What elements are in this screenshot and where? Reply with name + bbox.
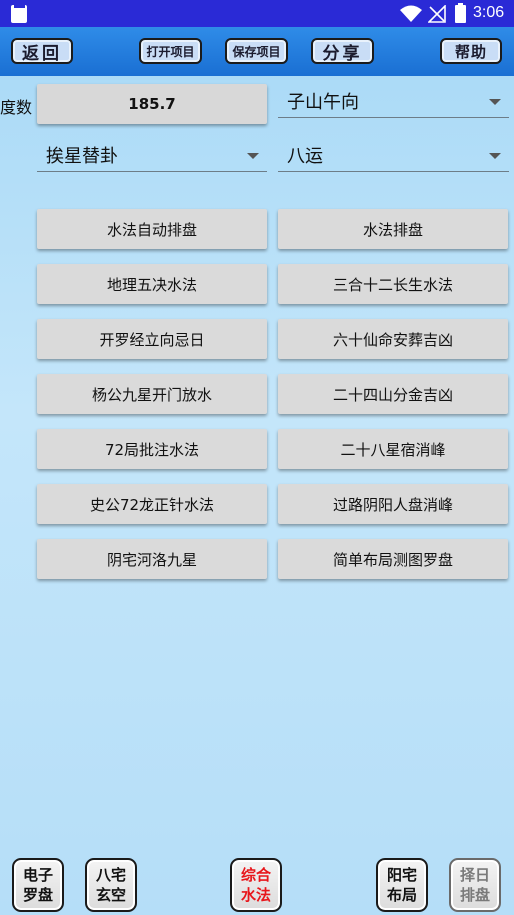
signal-off-icon <box>428 5 446 23</box>
dropdown-arrow-icon <box>489 99 501 105</box>
sd-card-icon <box>11 4 27 23</box>
nav-label: 玄空 <box>95 886 126 904</box>
nav-label: 水法 <box>240 886 271 904</box>
nav-compass-button[interactable]: 电子 罗盘 <box>12 858 64 912</box>
function-button[interactable]: 阴宅河洛九星 <box>37 539 267 579</box>
function-button[interactable]: 水法自动排盘 <box>37 209 267 249</box>
nav-label: 择日 <box>459 866 490 884</box>
function-button[interactable]: 72局批注水法 <box>37 429 267 469</box>
function-button[interactable]: 过路阴阳人盘消峰 <box>278 484 508 524</box>
nav-yangzhai-button[interactable]: 阳宅 布局 <box>376 858 428 912</box>
nav-water-method-button[interactable]: 综合 水法 <box>230 858 282 912</box>
dropdown-arrow-icon <box>489 153 501 159</box>
nav-label: 排盘 <box>459 886 490 904</box>
nav-label: 综合 <box>240 866 271 884</box>
wifi-icon <box>400 5 422 22</box>
back-button[interactable]: 返回 <box>11 38 73 64</box>
function-button[interactable]: 二十四山分金吉凶 <box>278 374 508 414</box>
function-button[interactable]: 地理五决水法 <box>37 264 267 304</box>
function-button[interactable]: 六十仙命安葬吉凶 <box>278 319 508 359</box>
method-value: 挨星替卦 <box>46 145 118 167</box>
function-button[interactable]: 简单布局测图罗盘 <box>278 539 508 579</box>
battery-icon <box>455 3 466 23</box>
nav-label: 电子 <box>22 866 53 884</box>
nav-label: 阳宅 <box>386 866 417 884</box>
mountain-direction-select[interactable]: 子山午向 <box>278 84 509 118</box>
open-project-button[interactable]: 打开项目 <box>139 38 202 64</box>
function-button[interactable]: 开罗经立向忌日 <box>37 319 267 359</box>
nav-label: 罗盘 <box>22 886 53 904</box>
nav-bazhai-button[interactable]: 八宅 玄空 <box>85 858 137 912</box>
share-button[interactable]: 分享 <box>311 38 374 64</box>
nav-label: 八宅 <box>95 866 126 884</box>
degree-label: 度数 <box>0 98 33 117</box>
help-button[interactable]: 帮助 <box>440 38 502 64</box>
dropdown-arrow-icon <box>247 153 259 159</box>
method-select[interactable]: 挨星替卦 <box>37 138 267 172</box>
function-button[interactable]: 史公72龙正针水法 <box>37 484 267 524</box>
degree-input[interactable]: 185.7 <box>37 84 267 124</box>
period-select[interactable]: 八运 <box>278 138 509 172</box>
function-button[interactable]: 水法排盘 <box>278 209 508 249</box>
mountain-direction-value: 子山午向 <box>287 91 359 113</box>
period-value: 八运 <box>287 145 323 167</box>
function-button[interactable]: 二十八星宿消峰 <box>278 429 508 469</box>
nav-label: 布局 <box>386 886 417 904</box>
clock: 3:06 <box>473 4 505 21</box>
toolbar: 返回 打开项目 保存项目 分享 帮助 <box>0 27 514 76</box>
function-button[interactable]: 三合十二长生水法 <box>278 264 508 304</box>
status-bar: 3:06 <box>0 0 514 27</box>
save-project-button[interactable]: 保存项目 <box>225 38 288 64</box>
function-button[interactable]: 杨公九星开门放水 <box>37 374 267 414</box>
nav-date-selection-button[interactable]: 择日 排盘 <box>449 858 501 912</box>
